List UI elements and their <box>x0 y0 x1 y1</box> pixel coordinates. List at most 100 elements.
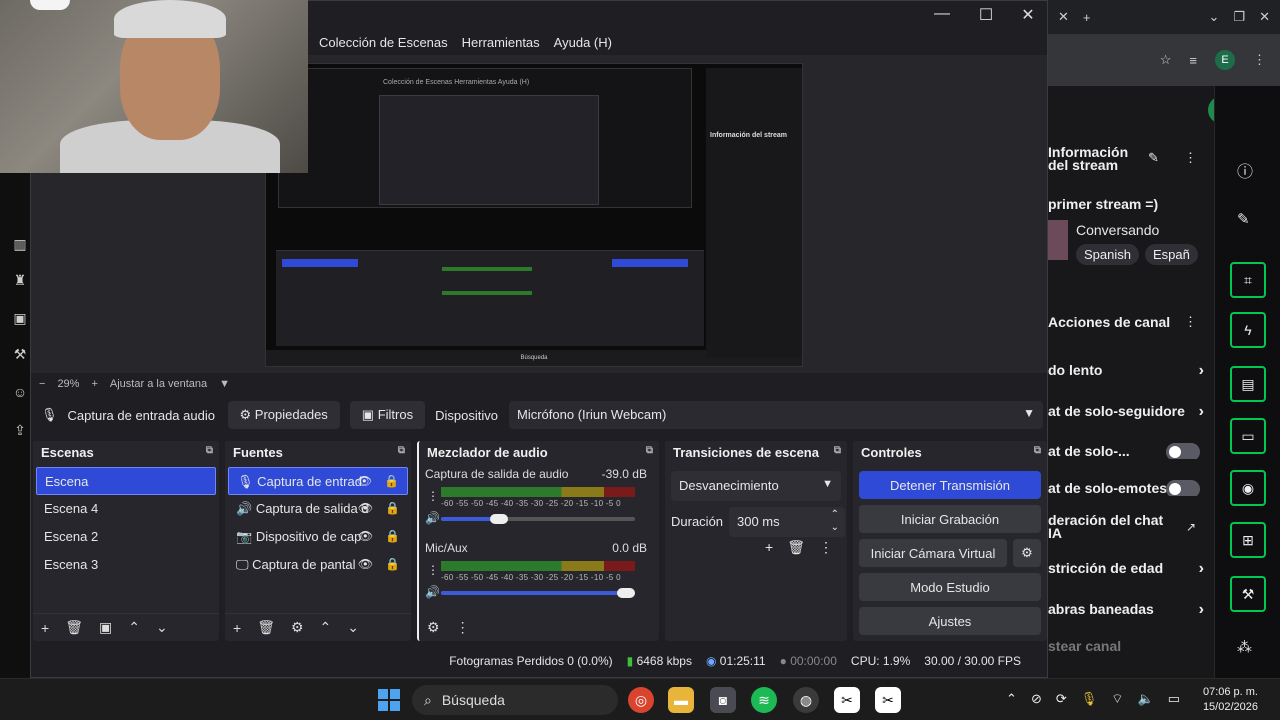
trophy-icon[interactable]: ♜ <box>12 272 28 288</box>
menu-dots-icon[interactable]: ⋮ <box>456 619 470 636</box>
external-link-icon[interactable]: ↗ <box>1186 520 1196 534</box>
source-item[interactable]: 📷 Dispositivo de cap 👁 🔒 <box>228 523 408 551</box>
spotify-icon[interactable]: ≋ <box>751 687 777 713</box>
move-up-icon[interactable]: ⌃ <box>320 619 332 636</box>
gear-icon[interactable]: ⚙ <box>291 619 304 636</box>
volume-knob[interactable] <box>490 514 509 524</box>
source-item[interactable]: 🔊 Captura de salida d 👁 🔒 <box>228 495 408 523</box>
taskbar-clock[interactable]: 07:06 p. m. 15/02/2026 <box>1203 685 1258 715</box>
scene-item[interactable]: Escena 4 <box>36 495 216 523</box>
more-options-icon[interactable]: ⋮ <box>1184 150 1197 166</box>
eye-icon[interactable]: 👁 <box>357 474 372 488</box>
undock-icon[interactable]: ⧉ <box>834 445 841 456</box>
volume-knob[interactable] <box>617 588 635 598</box>
studio-mode-button[interactable]: Modo Estudio <box>859 573 1041 601</box>
scene-item[interactable]: Escena <box>36 467 216 495</box>
info-icon[interactable]: ⓘ <box>1237 158 1253 182</box>
tag-language[interactable]: Spanish <box>1076 244 1139 265</box>
action-banned-words[interactable]: abras baneadas › <box>1048 601 1208 617</box>
start-virtual-cam-button[interactable]: Iniciar Cámara Virtual <box>859 539 1007 567</box>
menu-tools[interactable]: Herramientas <box>462 35 540 50</box>
trash-icon[interactable]: 🗑 <box>65 619 83 636</box>
zoom-out-button[interactable]: − <box>39 378 45 390</box>
start-recording-button[interactable]: Iniciar Grabación <box>859 505 1041 533</box>
virtual-cam-settings-button[interactable]: ⚙ <box>1013 539 1041 567</box>
trash-icon[interactable]: 🗑 <box>257 619 275 636</box>
speaker-icon[interactable]: 🔊 <box>425 511 440 525</box>
volume-icon[interactable]: 🔈 <box>1138 691 1154 707</box>
move-down-icon[interactable]: ⌄ <box>347 619 359 636</box>
action-age-restriction[interactable]: stricción de edad › <box>1048 560 1208 576</box>
action-emotes-only[interactable]: at de solo-emotes <box>1048 480 1208 496</box>
scene-filter-icon[interactable]: ▣ <box>99 619 112 636</box>
chevron-up-icon[interactable]: ⌃ <box>1006 691 1017 707</box>
chrome-icon[interactable]: ◎ <box>628 687 654 713</box>
channel-menu-icon[interactable]: ⋮ <box>427 563 439 577</box>
network-off-icon[interactable]: ⊘ <box>1031 691 1042 707</box>
broadcast-icon[interactable]: ◉ <box>1230 470 1266 506</box>
menu-help[interactable]: Ayuda (H) <box>554 35 612 50</box>
playlist-icon[interactable]: ≡ <box>1189 53 1197 68</box>
zoom-dropdown-icon[interactable]: ▼ <box>219 378 230 390</box>
chat-icon[interactable]: ▭ <box>1230 418 1266 454</box>
lock-icon[interactable]: 🔒 <box>385 557 400 571</box>
volume-slider[interactable] <box>441 588 635 598</box>
subs-only-toggle[interactable] <box>1166 443 1200 459</box>
users-icon[interactable]: ☺ <box>12 384 28 400</box>
action-ai-moderation[interactable]: deración del chat IA <box>1048 514 1174 540</box>
media-icon[interactable]: ▣ <box>12 310 28 326</box>
preview-canvas[interactable]: Colección de Escenas Herramientas Ayuda … <box>265 63 803 367</box>
scene-item[interactable]: Escena 2 <box>36 523 216 551</box>
bookmark-star-icon[interactable]: ☆ <box>1160 52 1172 68</box>
action-slow-mode[interactable]: do lento › <box>1048 362 1208 378</box>
upload-icon[interactable]: ⇪ <box>12 422 28 438</box>
capcut-icon-2[interactable]: ✂ <box>875 687 901 713</box>
settings-button[interactable]: Ajustes <box>859 607 1041 635</box>
device-select[interactable]: Micrófono (Iriun Webcam) ▼ <box>509 401 1043 429</box>
action-subs-only[interactable]: at de solo-... <box>1048 443 1208 459</box>
maximize-button[interactable]: ☐ <box>971 5 1001 25</box>
action-raid-channel[interactable]: stear canal <box>1048 638 1208 654</box>
start-button[interactable] <box>378 689 400 711</box>
undock-icon[interactable]: ⧉ <box>206 445 213 456</box>
source-item[interactable]: 🎙 Captura de entrad 👁 🔒 <box>228 467 408 495</box>
lightning-icon[interactable]: ϟ <box>1230 312 1266 348</box>
add-icon[interactable]: + <box>765 539 773 556</box>
scene-item[interactable]: Escena 3 <box>36 551 216 579</box>
properties-button[interactable]: ⚙ Propiedades <box>227 401 340 429</box>
eye-icon[interactable]: 👁 <box>358 529 373 543</box>
eye-icon[interactable]: 👁 <box>358 557 373 571</box>
volume-slider[interactable] <box>441 514 635 524</box>
capcut-icon[interactable]: ✂ <box>834 687 860 713</box>
source-item[interactable]: 🖵 Captura de pantal 👁 🔒 <box>228 551 408 579</box>
tag-language-2[interactable]: Españ <box>1144 244 1198 265</box>
chart-icon[interactable]: ▥ <box>12 236 28 252</box>
add-icon[interactable]: + <box>233 620 241 636</box>
lock-icon[interactable]: 🔒 <box>384 474 399 488</box>
spin-arrows-icon[interactable]: ⌃ ⌄ <box>831 508 839 534</box>
trash-icon[interactable]: 🗑 <box>787 539 805 556</box>
sync-icon[interactable]: ⟳ <box>1056 691 1067 707</box>
undock-icon[interactable]: ⧉ <box>398 445 405 456</box>
restore-icon[interactable]: ❐ <box>1233 9 1245 25</box>
minimize-button[interactable]: — <box>927 5 957 23</box>
new-tab-icon[interactable]: + <box>1083 10 1091 25</box>
fit-to-window[interactable]: Ajustar a la ventana <box>110 378 207 390</box>
move-up-icon[interactable]: ⌃ <box>128 619 140 636</box>
close-button[interactable]: ✕ <box>1013 5 1043 25</box>
clip-icon[interactable]: ⌗ <box>1230 262 1266 298</box>
channel-menu-icon[interactable]: ⋮ <box>427 489 439 503</box>
file-explorer-icon[interactable]: ▬ <box>668 687 694 713</box>
camera-app-icon[interactable]: ◙ <box>710 687 736 713</box>
transition-select[interactable]: Desvanecimiento ▼ <box>671 471 841 501</box>
stream-layout-icon[interactable]: ⊞ <box>1230 522 1266 558</box>
emotes-only-toggle[interactable] <box>1166 480 1200 496</box>
duration-input[interactable]: 300 ms ⌃ ⌄ <box>729 507 845 537</box>
profile-avatar[interactable]: E <box>1215 50 1235 70</box>
eye-icon[interactable]: 👁 <box>358 501 373 515</box>
tab-close-icon[interactable]: ✕ <box>1058 9 1069 25</box>
extensions-icon[interactable]: ⁂ <box>1237 638 1252 656</box>
wrench-icon[interactable]: ⚒ <box>1230 576 1266 612</box>
move-down-icon[interactable]: ⌄ <box>156 619 168 636</box>
pencil-icon[interactable]: ✎ <box>1237 210 1250 228</box>
